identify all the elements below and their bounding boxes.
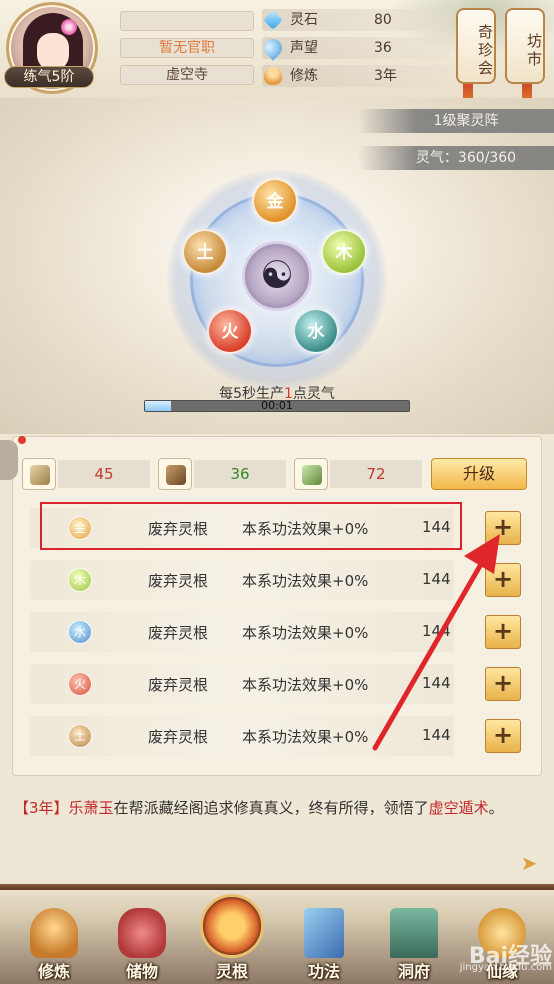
element-orb-gold[interactable]: 金	[252, 178, 298, 224]
stat-value: 3年	[374, 68, 397, 84]
root-name: 废弃灵根	[148, 572, 209, 590]
qi-amount-label: 灵气：360/360	[358, 146, 554, 170]
event-log: 【3年】乐萧玉在帮派藏经阁追求修真真义，终有所得，领悟了虚空遁术。	[14, 796, 534, 820]
market-button[interactable]: 坊市	[505, 8, 545, 84]
production-progress-bar: 00:01	[144, 400, 410, 412]
monk-icon	[30, 908, 78, 958]
element-badge-fire: 火	[68, 672, 92, 696]
nav-storage[interactable]: 储物	[106, 908, 178, 984]
rank-tag: 练气5阶	[4, 66, 94, 88]
wood-bundle-icon	[158, 458, 192, 490]
treasure-auction-button[interactable]: 奇珍会	[456, 8, 496, 84]
stat-fame: 声望 36	[260, 35, 450, 61]
cultivation-icon	[264, 67, 282, 85]
element-badge-earth: 土	[68, 724, 92, 748]
element-badge-wood: 木	[68, 568, 92, 592]
log-end: 。	[488, 799, 504, 817]
stat-label: 灵石	[290, 12, 318, 28]
stat-cultivation: 修炼 3年	[262, 65, 450, 87]
nav-cultivate[interactable]: 修炼	[18, 908, 90, 984]
watermark-url: jingyan.baidu.com	[459, 962, 552, 973]
resource-value: 72	[330, 460, 422, 488]
spirit-root-icon	[200, 894, 264, 958]
element-orb-fire[interactable]: 火	[207, 308, 253, 354]
stat-label: 声望	[290, 40, 318, 56]
book-icon	[304, 908, 344, 958]
herb-icon	[294, 458, 328, 490]
log-expand-arrow-icon[interactable]: ➤	[518, 852, 540, 874]
progress-timer: 00:01	[261, 399, 293, 412]
spirit-gathering-formation: 1级聚灵阵 灵气：360/360 ☯ 金 木 土 火 水 每5秒生产1点灵气 0…	[0, 98, 554, 434]
root-effect: 本系功法效果+0%	[242, 624, 369, 642]
nav-techniques[interactable]: 功法	[288, 908, 360, 984]
nav-label: 修炼	[37, 962, 70, 981]
flower-hairpin-icon	[61, 19, 77, 35]
element-orb-wood[interactable]: 木	[321, 229, 367, 275]
player-name-field	[120, 11, 254, 31]
treasure-bag-icon	[118, 908, 166, 958]
official-title: 暂无官职	[120, 38, 254, 58]
root-effect: 本系功法效果+0%	[242, 572, 369, 590]
side-collapse-tab[interactable]	[0, 440, 18, 480]
log-actor: 乐萧玉	[68, 799, 114, 817]
log-year: 【3年】	[14, 799, 69, 817]
element-orb-earth[interactable]: 土	[182, 229, 228, 275]
stat-value: 36	[374, 40, 392, 56]
stat-spirit-stone: 灵石 80	[262, 9, 450, 31]
resource-value: 36	[194, 460, 286, 488]
log-text: 在帮派藏经阁追求修真真义，终有所得，领悟了	[113, 799, 429, 817]
nav-label: 灵根	[215, 962, 248, 981]
notification-dot	[18, 436, 26, 444]
sect-name: 虚空寺	[120, 65, 254, 85]
element-badge-water: 水	[68, 620, 92, 644]
log-skill: 虚空遁术	[428, 799, 489, 817]
root-effect: 本系功法效果+0%	[242, 676, 369, 694]
nav-spirit-root[interactable]: 灵根	[196, 894, 268, 984]
root-name: 废弃灵根	[148, 728, 209, 746]
upgrade-button[interactable]: 升级	[431, 458, 527, 490]
scroll-icon	[22, 458, 56, 490]
element-orb-water[interactable]: 水	[293, 308, 339, 354]
yin-yang-icon[interactable]: ☯	[242, 241, 312, 311]
nav-label: 储物	[125, 962, 158, 981]
root-name: 废弃灵根	[148, 624, 209, 642]
root-effect: 本系功法效果+0%	[242, 728, 369, 746]
stat-value: 80	[374, 12, 392, 28]
array-level-label: 1级聚灵阵	[358, 109, 554, 133]
wooden-rod-decoration	[0, 884, 554, 890]
red-arrow-annotation	[372, 534, 500, 751]
nav-label: 功法	[307, 962, 340, 981]
stat-label: 修炼	[290, 68, 318, 84]
resource-value: 45	[58, 460, 150, 488]
root-name: 废弃灵根	[148, 676, 209, 694]
